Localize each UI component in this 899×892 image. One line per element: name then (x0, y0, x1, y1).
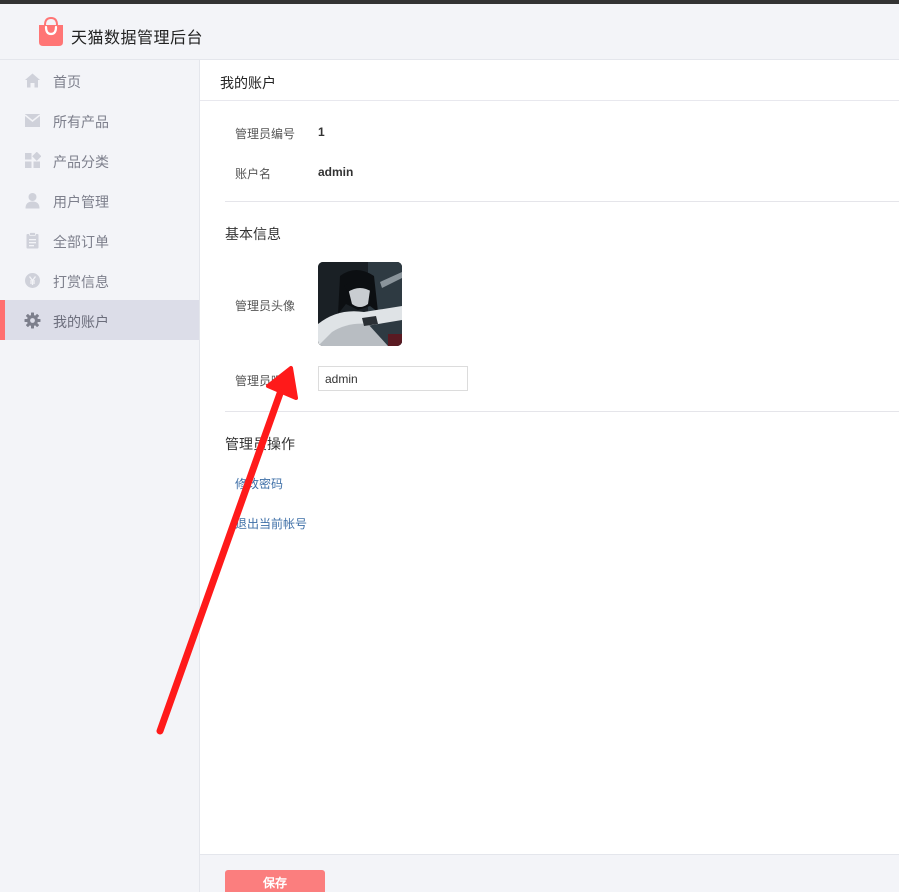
sidebar-item-label: 产品分类 (53, 154, 109, 170)
sidebar-item-label: 打赏信息 (53, 274, 109, 290)
admin-id-label: 管理员编号 (235, 127, 296, 141)
app-title: 天猫数据管理后台 (71, 30, 204, 47)
sidebar-item-label: 首页 (53, 74, 81, 90)
envelope-icon (24, 114, 41, 127)
footer-bar: 保存 (200, 854, 899, 892)
sidebar-item-categories[interactable]: 产品分类 (0, 140, 199, 180)
user-icon (25, 193, 40, 209)
username-label: 账户名 (235, 167, 272, 181)
save-button[interactable]: 保存 (225, 870, 325, 892)
basic-info-title: 基本信息 (225, 226, 281, 242)
sidebar-item-home[interactable]: 首页 (0, 60, 199, 100)
main-content: 我的账户 管理员编号 1 账户名 admin 基本信息 管理员头像 管理员昵称 … (200, 60, 899, 892)
sidebar-item-users[interactable]: 用户管理 (0, 180, 199, 220)
grid-icon (25, 152, 41, 168)
avatar[interactable] (318, 262, 402, 346)
nickname-input[interactable] (318, 366, 468, 391)
nickname-label: 管理员昵称 (235, 374, 296, 388)
logout-link[interactable]: 退出当前帐号 (235, 515, 307, 532)
avatar-image (318, 262, 402, 346)
sidebar-item-my-account[interactable]: 我的账户 (0, 300, 199, 340)
section-divider (225, 411, 899, 412)
page-header: 我的账户 (200, 60, 899, 101)
sidebar-item-label: 全部订单 (53, 234, 109, 250)
sidebar-item-label: 所有产品 (53, 114, 109, 130)
admin-id-value: 1 (318, 125, 325, 139)
sidebar-item-products[interactable]: 所有产品 (0, 100, 199, 140)
app-header: 天猫数据管理后台 (0, 4, 899, 60)
sidebar-item-rewards[interactable]: 打赏信息 (0, 260, 199, 300)
section-divider (225, 201, 899, 202)
operations-title: 管理员操作 (225, 436, 295, 452)
change-password-link[interactable]: 修改密码 (235, 475, 283, 492)
yen-coin-icon (25, 273, 40, 288)
shopping-bag-icon (39, 17, 63, 46)
sidebar-item-label: 我的账户 (53, 314, 109, 330)
home-icon (25, 73, 40, 88)
username-value: admin (318, 165, 354, 179)
sidebar-item-orders[interactable]: 全部订单 (0, 220, 199, 260)
sidebar-item-label: 用户管理 (53, 194, 109, 210)
page-title: 我的账户 (220, 75, 276, 91)
gear-icon (24, 312, 41, 329)
avatar-label: 管理员头像 (235, 299, 296, 313)
sidebar: 首页 所有产品 产品分类 用户管理 全部订单 打赏信息 我的账户 (0, 60, 200, 892)
clipboard-icon (26, 232, 39, 249)
